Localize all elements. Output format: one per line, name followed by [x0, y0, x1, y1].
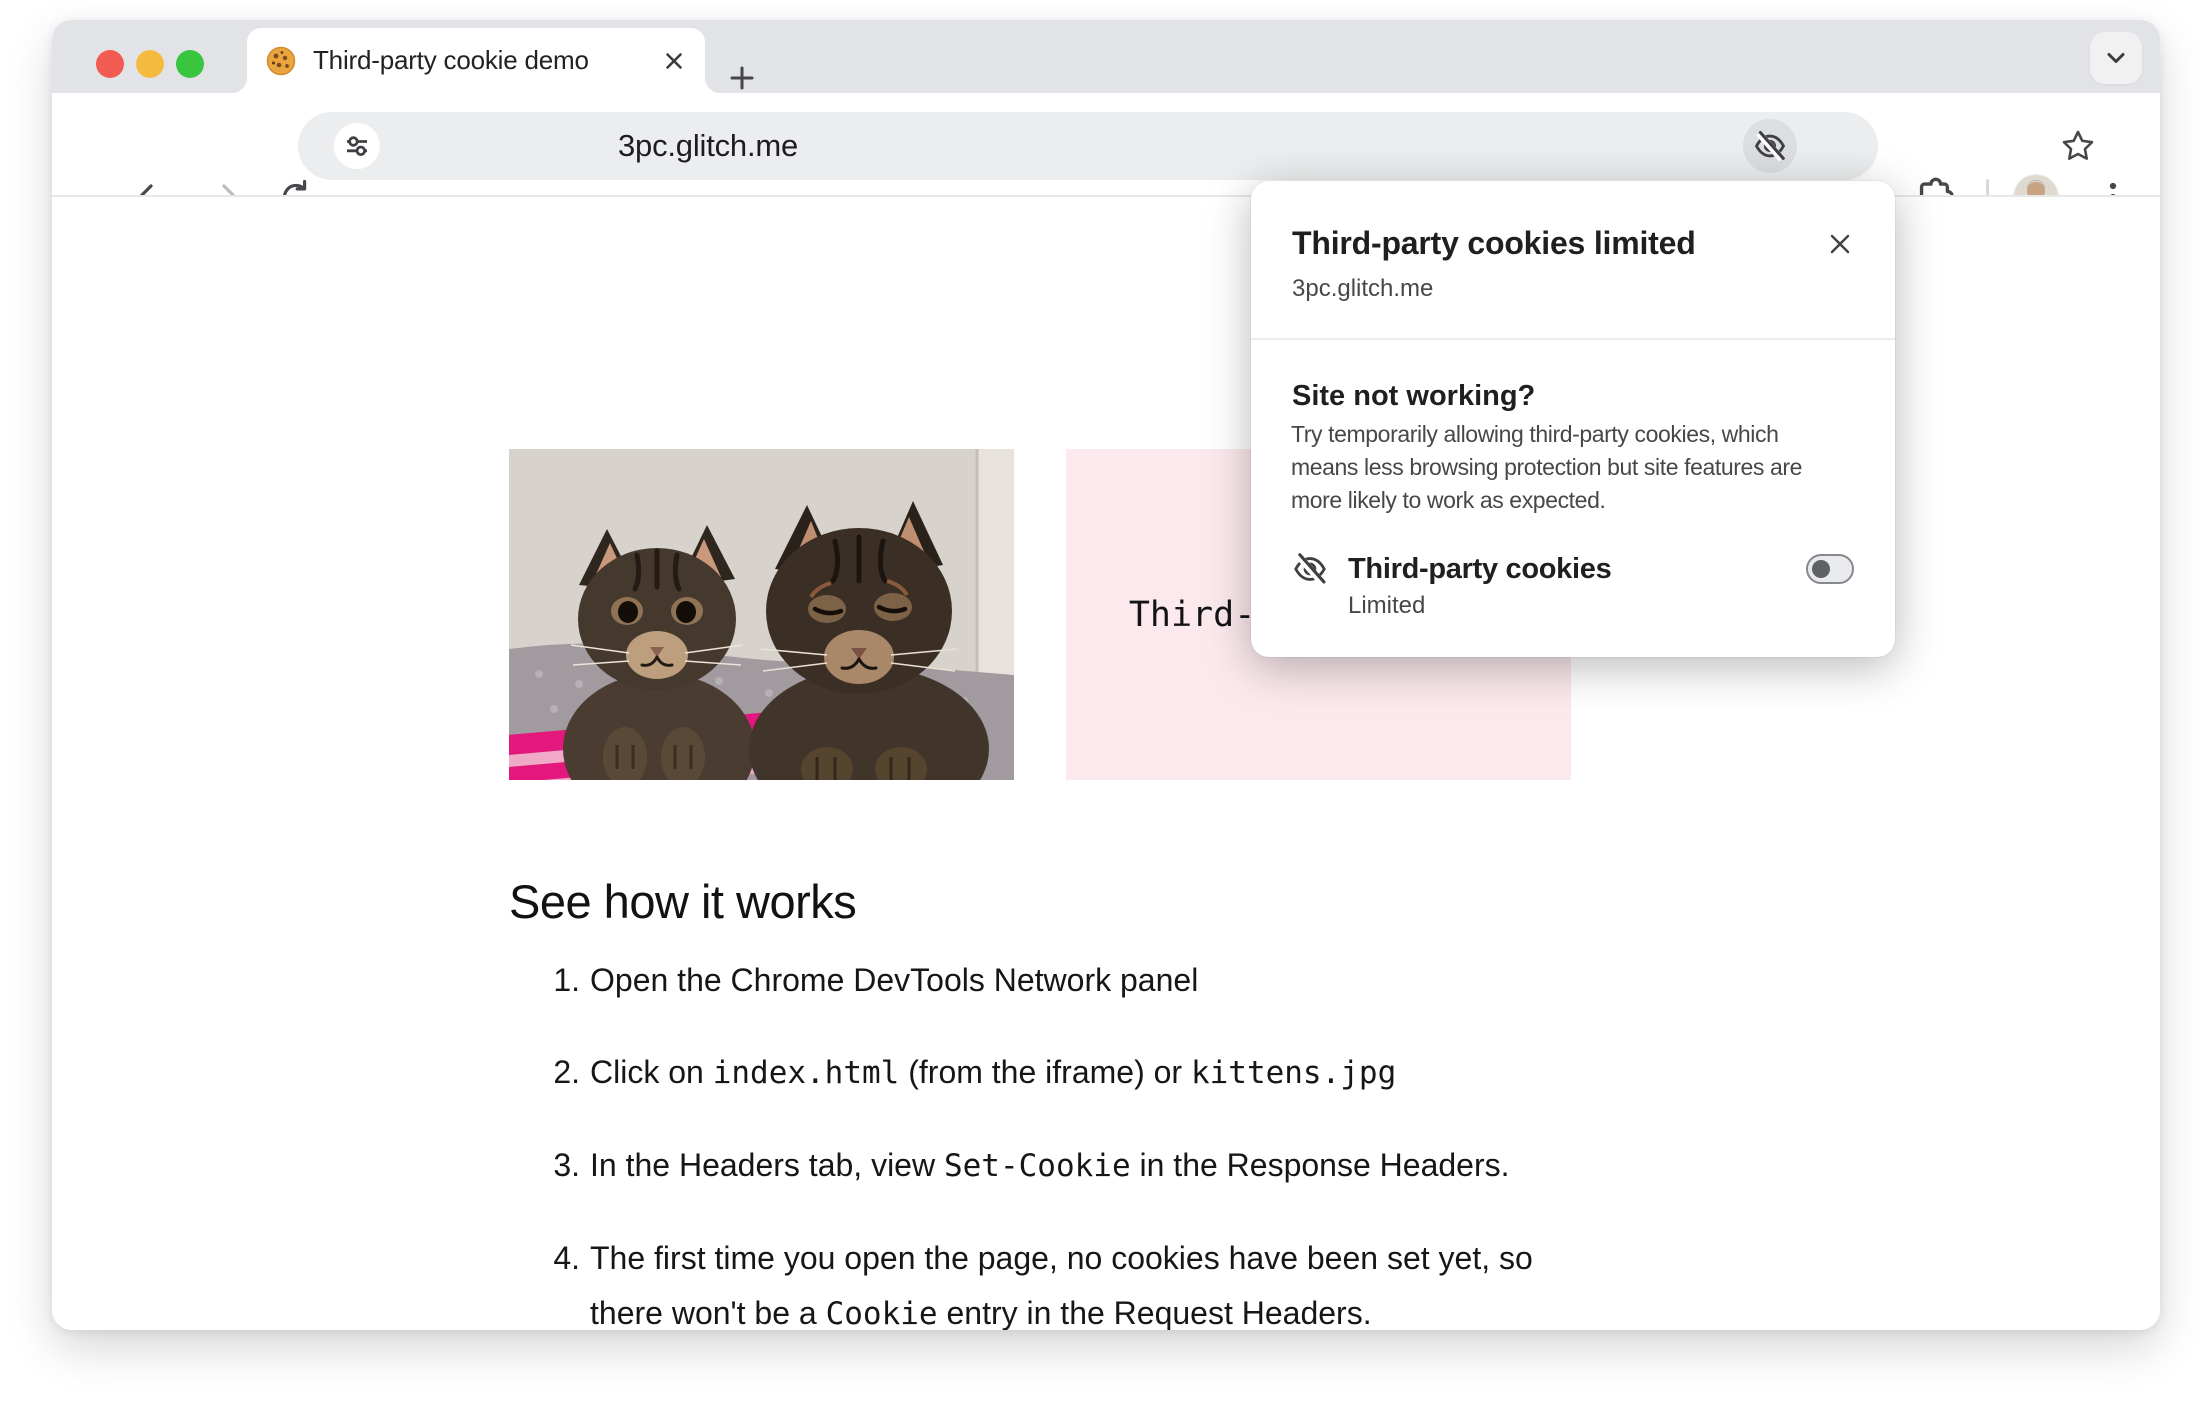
list-item-number: 3.: [553, 1147, 580, 1183]
list-item: 4. The first time you open the page, no c…: [509, 1231, 1552, 1330]
bookmark-star-icon[interactable]: [2058, 126, 2098, 166]
inline-code: Cookie: [825, 1296, 938, 1330]
tracking-protection-button[interactable]: [1743, 119, 1797, 173]
inline-code: index.html: [712, 1055, 900, 1091]
list-item-number: 2.: [553, 1054, 580, 1090]
popup-divider: [1251, 338, 1895, 340]
text-segment: entry in the Request Headers.: [937, 1295, 1372, 1330]
text-segment: Open the Chrome DevTools Network panel: [590, 962, 1199, 998]
list-item-line: The first time you open the page, no coo…: [590, 1231, 1533, 1286]
text-segment: The first time you open the page, no coo…: [590, 1240, 1533, 1276]
list-item-line: there won't be a Cookie entry in the Req…: [590, 1286, 1533, 1330]
list-item-number: 1.: [553, 962, 580, 998]
popup-body: Try temporarily allowing third-party coo…: [1291, 418, 1802, 517]
list-item-text: Click on index.html (from the iframe) or…: [590, 1045, 1396, 1101]
popup-body-line: more likely to work as expected.: [1291, 487, 1606, 513]
tab-third-party-cookie-demo[interactable]: Third-party cookie demo: [231, 28, 721, 93]
popup-toggle-label: Third-party cookies: [1348, 553, 1612, 585]
page-heading: See how it works: [509, 875, 857, 928]
popup-toggle-status: Limited: [1348, 592, 1426, 619]
kittens-image: [509, 449, 1014, 780]
maximize-window-button[interactable]: [176, 50, 204, 78]
list-item-line: In the Headers tab, view Set-Cookie in t…: [590, 1138, 1510, 1194]
popup-title: Third-party cookies limited: [1292, 225, 1696, 261]
popup-section-title: Site not working?: [1292, 380, 1536, 412]
toggle-knob: [1812, 560, 1830, 578]
list-item-line: Open the Chrome DevTools Network panel: [590, 953, 1198, 1008]
tab-search-chevron-button[interactable]: [2090, 32, 2142, 84]
third-party-cookies-popup: Third-party cookies limited 3pc.glitch.m…: [1251, 181, 1895, 657]
text-segment: there won't be a: [590, 1295, 826, 1330]
screenshot-canvas: Third-party cookie demo 3pc.glitch.me Th…: [0, 0, 2212, 1418]
third-party-cookies-toggle[interactable]: [1806, 554, 1854, 584]
steps-list: 1. Open the Chrome DevTools Network panel…: [509, 953, 1552, 1330]
list-item-text: Open the Chrome DevTools Network panel: [590, 953, 1198, 1008]
popup-body-line: Try temporarily allowing third-party coo…: [1291, 421, 1779, 447]
inline-code: kittens.jpg: [1190, 1055, 1397, 1091]
text-segment: (from the iframe) or: [899, 1054, 1191, 1090]
tune-icon: [347, 136, 367, 156]
popup-body-line: means less browsing protection but site …: [1291, 454, 1803, 480]
tab-close-icon[interactable]: [661, 48, 687, 74]
inline-code: Set-Cookie: [943, 1148, 1131, 1184]
popup-close-icon[interactable]: [1823, 227, 1857, 261]
tab-title: Third-party cookie demo: [313, 45, 589, 75]
tab-strip: Third-party cookie demo: [52, 20, 2160, 93]
eye-off-icon: [1291, 550, 1329, 588]
text-segment: Click on: [590, 1054, 713, 1090]
list-item: 1. Open the Chrome DevTools Network panel: [509, 953, 1552, 1008]
list-item-text: In the Headers tab, view Set-Cookie in t…: [590, 1138, 1510, 1194]
minimize-window-button[interactable]: [136, 50, 164, 78]
list-item: 3. In the Headers tab, view Set-Cookie in…: [509, 1138, 1552, 1194]
eye-off-icon: [1754, 130, 1786, 162]
popup-site: 3pc.glitch.me: [1292, 275, 1434, 302]
cookie-favicon-icon: [265, 45, 297, 77]
list-item-text: The first time you open the page, no coo…: [590, 1231, 1533, 1330]
text-segment: in the Response Headers.: [1130, 1147, 1510, 1183]
list-item: 2. Click on index.html (from the iframe) …: [509, 1045, 1552, 1101]
list-item-line: Click on index.html (from the iframe) or…: [590, 1045, 1396, 1101]
site-settings-button[interactable]: [334, 123, 380, 169]
text-segment: In the Headers tab, view: [590, 1147, 944, 1183]
address-bar[interactable]: 3pc.glitch.me: [298, 112, 2094, 180]
close-window-button[interactable]: [96, 50, 124, 78]
list-item-number: 4.: [553, 1240, 580, 1276]
url-text[interactable]: 3pc.glitch.me: [618, 112, 798, 180]
